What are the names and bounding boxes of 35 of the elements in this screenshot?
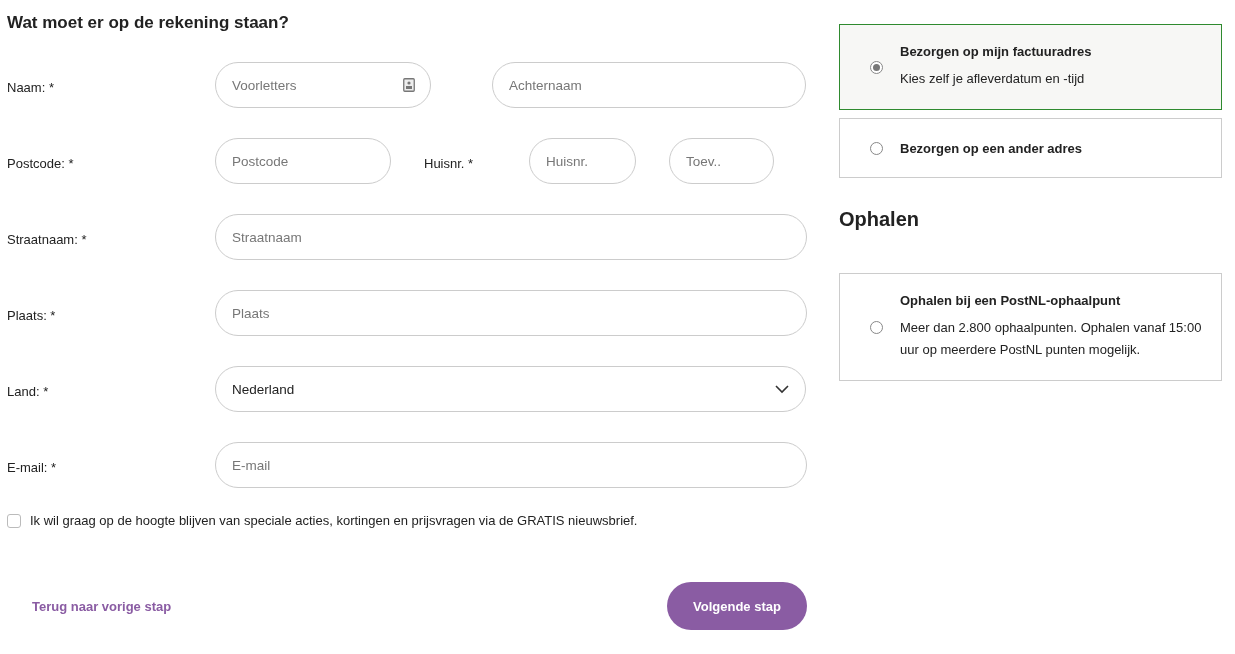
contact-card-icon[interactable] [403, 78, 415, 92]
field-label: Straatnaam: * [7, 230, 88, 247]
input-field[interactable]: Plaats [215, 290, 807, 336]
field-label: Huisnr. * [423, 154, 475, 171]
option-card[interactable]: Ophalen bij een PostNL-ophaalpunt Meer dan 2.800 ophaalpunten. Ophalen vanaf 15:00 uur op meerdere PostNL punten mogelijk. [839, 273, 1222, 381]
field-label: Postcode: * [7, 154, 75, 171]
back-link[interactable]: Terug naar vorige stap [32, 598, 172, 614]
field-label: Naam: * [7, 78, 55, 95]
option-card[interactable]: Bezorgen op een ander adres [839, 118, 1222, 178]
option-title: Bezorgen op een ander adres [900, 140, 1083, 156]
option-title: Bezorgen op mijn factuuradres [900, 44, 1092, 59]
section-title: Wat moet er op de rekening staan? [7, 12, 290, 34]
input-field[interactable]: Huisnr. [529, 138, 636, 184]
chevron-down-icon [775, 384, 789, 394]
input-field[interactable]: Achternaam [492, 62, 806, 108]
field-label: E-mail: * [7, 458, 58, 475]
option-card[interactable]: Bezorgen op mijn factuuradres Kies zelf je afleverdatum en -tijd [839, 24, 1222, 110]
input-field[interactable]: Postcode [215, 138, 391, 184]
radio-button[interactable] [870, 320, 883, 334]
input-field[interactable]: Straatnaam [215, 214, 807, 260]
next-button[interactable]: Volgende stap [667, 582, 807, 630]
field-label: Land: * [7, 382, 50, 399]
radio-button[interactable] [870, 141, 883, 155]
option-description: Kies zelf je afleverdatum en -tijd [900, 70, 1086, 88]
option-description: Meer dan 2.800 ophaalpunten. Ophalen vanaf 15:00 uur op meerdere PostNL punten mogelijk. [900, 319, 1203, 359]
input-field[interactable]: E-mail [215, 442, 807, 488]
newsletter-label: Ik wil graag op de hoogte blijven van speciale acties, kortingen en prijsvragen via de GRATIS nieuwsbrief. [30, 513, 638, 528]
radio-button[interactable] [870, 60, 883, 74]
newsletter-checkbox[interactable] [7, 513, 21, 528]
field-label: Plaats: * [7, 306, 57, 323]
country-select[interactable]: Nederland [215, 366, 806, 412]
input-field[interactable]: Voorletters [215, 62, 431, 108]
option-title: Ophalen bij een PostNL-ophaalpunt [900, 293, 1122, 308]
section-heading: Ophalen [839, 208, 920, 231]
input-field[interactable]: Toev.. [669, 138, 774, 184]
